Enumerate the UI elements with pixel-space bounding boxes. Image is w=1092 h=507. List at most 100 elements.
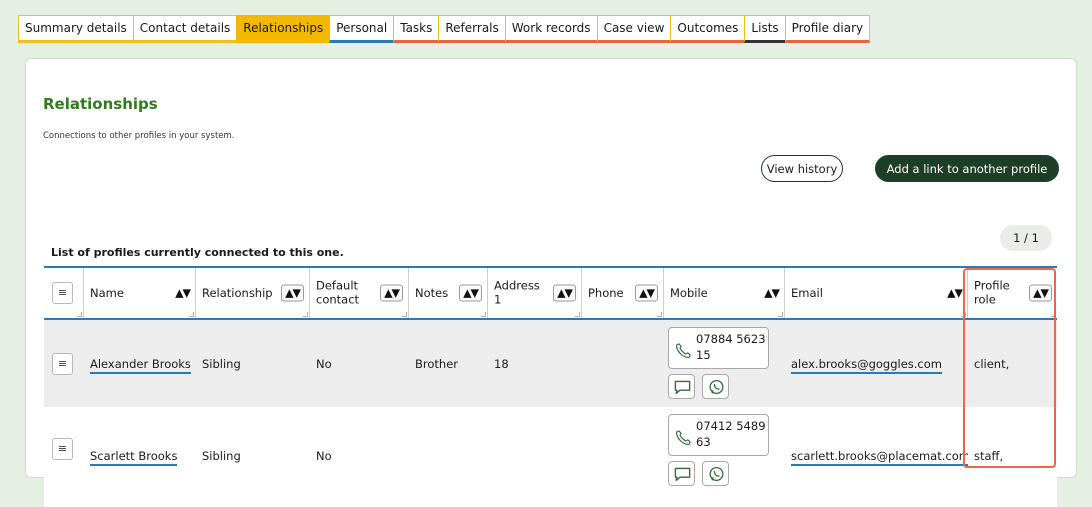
tab-lists[interactable]: Lists <box>744 15 786 43</box>
tab-tasks[interactable]: Tasks <box>393 15 440 43</box>
resize-handle[interactable] <box>778 312 783 317</box>
col-address1-label: Address 1 <box>494 278 540 307</box>
mobile-cell: 07884 562315 <box>664 320 785 407</box>
sort-profile-role-icon[interactable]: ▲▼ <box>1029 284 1052 302</box>
email-cell: alex.brooks@goggles.com <box>785 320 968 407</box>
tab-referrals[interactable]: Referrals <box>438 15 506 43</box>
sort-address1-icon[interactable]: ▲▼ <box>553 284 576 302</box>
resize-handle[interactable] <box>402 312 407 317</box>
mobile-number: 07412 548963 <box>696 419 766 449</box>
mobile-number: 07884 562315 <box>696 332 766 362</box>
sort-phone-icon[interactable]: ▲▼ <box>635 284 658 302</box>
profile-role-value: client, <box>974 356 1010 371</box>
row-menu-button[interactable]: ≡ <box>52 438 73 460</box>
tab-summary-details[interactable]: Summary details <box>18 15 134 43</box>
mobile-call-button[interactable]: 07412 548963 <box>668 414 769 456</box>
default-contact-cell: No <box>310 320 409 407</box>
profile-role-cell: staff, <box>968 407 1057 507</box>
whatsapp-button[interactable] <box>702 374 729 399</box>
whatsapp-button[interactable] <box>702 461 729 486</box>
name-cell: Alexander Brooks <box>84 320 196 407</box>
sms-button[interactable] <box>668 374 695 399</box>
relationship-cell: Sibling <box>196 407 310 507</box>
sort-email-icon[interactable]: ▲▼ <box>947 287 963 300</box>
sort-notes-icon[interactable]: ▲▼ <box>459 284 482 302</box>
col-mobile: Mobile ▲▼ <box>664 268 785 318</box>
tab-case-view[interactable]: Case view <box>596 15 672 43</box>
resize-handle[interactable] <box>1051 312 1056 317</box>
mobile-cell: 07412 548963 <box>664 407 785 507</box>
sort-default-contact-icon[interactable]: ▲▼ <box>380 284 403 302</box>
chat-icon <box>674 380 691 395</box>
col-profile-role-label: Profile role <box>974 278 1010 307</box>
resize-handle[interactable] <box>77 312 82 317</box>
phone-icon <box>675 430 691 446</box>
resize-handle[interactable] <box>575 312 580 317</box>
phone-cell <box>582 320 664 407</box>
whatsapp-icon <box>709 466 724 482</box>
sms-button[interactable] <box>668 461 695 486</box>
tab-bar: Summary details Contact details Relation… <box>18 15 871 43</box>
col-name: Name ▲▼ <box>84 268 196 318</box>
col-mobile-label: Mobile <box>670 285 708 300</box>
email-link[interactable]: scarlett.brooks@placemat.com <box>791 449 968 466</box>
resize-handle[interactable] <box>657 312 662 317</box>
profile-name-link[interactable]: Scarlett Brooks <box>90 449 178 466</box>
table-row: ≡ Alexander Brooks Sibling No Brother 18 <box>44 320 1057 407</box>
resize-handle[interactable] <box>961 312 966 317</box>
sort-relationship-icon[interactable]: ▲▼ <box>281 284 304 302</box>
add-link-button[interactable]: Add a link to another profile <box>875 155 1059 182</box>
sort-name-icon[interactable]: ▲▼ <box>175 287 191 300</box>
col-relationship: Relationship ▲▼ <box>196 268 310 318</box>
col-phone-label: Phone <box>588 285 624 300</box>
relationships-table: ≡ Name ▲▼ Relationship ▲▼ Default contac… <box>44 266 1057 507</box>
tab-profile-diary[interactable]: Profile diary <box>784 15 871 43</box>
email-cell: scarlett.brooks@placemat.com <box>785 407 968 507</box>
col-email-label: Email <box>791 285 823 300</box>
notes-cell <box>409 407 488 507</box>
list-caption: List of profiles currently connected to … <box>51 246 344 259</box>
resize-handle[interactable] <box>189 312 194 317</box>
col-notes-label: Notes <box>415 285 449 300</box>
resize-handle[interactable] <box>303 312 308 317</box>
tab-work-records[interactable]: Work records <box>504 15 598 43</box>
col-name-label: Name <box>90 285 124 300</box>
table-header: ≡ Name ▲▼ Relationship ▲▼ Default contac… <box>44 268 1057 320</box>
phone-icon <box>675 343 691 359</box>
tab-personal[interactable]: Personal <box>329 15 395 43</box>
address1-value: 18 <box>494 356 509 371</box>
col-notes: Notes ▲▼ <box>409 268 488 318</box>
page-indicator: 1 / 1 <box>1000 225 1052 251</box>
page-description: Connections to other profiles in your sy… <box>43 131 235 141</box>
notes-value: Brother <box>415 356 459 371</box>
relationships-panel: Relationships Connections to other profi… <box>25 58 1077 507</box>
mobile-call-button[interactable]: 07884 562315 <box>668 327 769 369</box>
col-relationship-label: Relationship <box>202 285 273 300</box>
default-contact-cell: No <box>310 407 409 507</box>
column-menu-button[interactable]: ≡ <box>52 282 73 304</box>
whatsapp-icon <box>709 379 724 395</box>
tab-outcomes[interactable]: Outcomes <box>670 15 746 43</box>
col-address1: Address 1 ▲▼ <box>488 268 582 318</box>
col-profile-role: Profile role ▲▼ <box>968 268 1057 318</box>
col-phone: Phone ▲▼ <box>582 268 664 318</box>
profile-role-value: staff, <box>974 449 1004 463</box>
page-title: Relationships <box>43 95 158 113</box>
tab-relationships[interactable]: Relationships <box>236 15 331 43</box>
relationship-value: Sibling <box>202 356 241 371</box>
notes-cell: Brother <box>409 320 488 407</box>
col-menu: ≡ <box>44 268 84 318</box>
tab-contact-details[interactable]: Contact details <box>132 15 238 43</box>
resize-handle[interactable] <box>481 312 486 317</box>
view-history-button[interactable]: View history <box>761 155 843 182</box>
email-link[interactable]: alex.brooks@goggles.com <box>791 356 942 374</box>
default-contact-value: No <box>316 356 332 371</box>
col-default-contact-label: Default contact <box>316 278 360 307</box>
table-row: ≡ Scarlett Brooks Sibling No 07412 54896… <box>44 407 1057 507</box>
relationship-value: Sibling <box>202 449 241 463</box>
sort-mobile-icon[interactable]: ▲▼ <box>764 287 780 300</box>
row-menu-button[interactable]: ≡ <box>52 352 73 375</box>
profile-name-link[interactable]: Alexander Brooks <box>90 356 191 374</box>
col-email: Email ▲▼ <box>785 268 968 318</box>
phone-cell <box>582 407 664 507</box>
